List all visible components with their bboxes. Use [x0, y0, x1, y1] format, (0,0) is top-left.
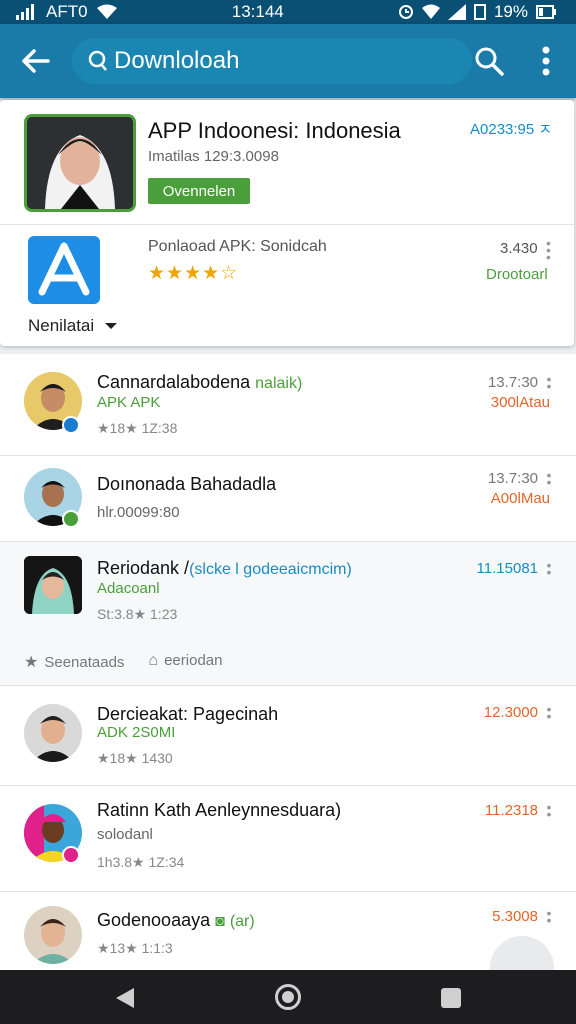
app-store-icon[interactable]: [28, 236, 100, 304]
item-meta: ★18★ 1Z:38: [97, 420, 178, 436]
more-vert-icon[interactable]: [532, 44, 560, 78]
item-subtitle: APK APK: [97, 394, 161, 411]
more-vert-icon[interactable]: • •: [546, 468, 552, 489]
nav-home-icon[interactable]: [275, 984, 301, 1010]
store-app-name[interactable]: Ponlaoad APK: Sonidcah: [148, 238, 327, 256]
more-vert-icon[interactable]: • •: [546, 800, 552, 821]
more-vert-icon[interactable]: • • •: [546, 236, 551, 264]
wifi-signal-icon: [421, 4, 440, 19]
clock: 13:144: [231, 2, 284, 21]
item-subtitle: Adacoanl: [97, 580, 160, 597]
featured-subtitle: Imatilas 129:3.0098: [148, 148, 279, 165]
more-vert-icon[interactable]: • •: [546, 906, 552, 927]
list-item[interactable]: Ratinn Kath Aenleynnesduara) solodanl 1h…: [0, 786, 576, 892]
item-number: 12.3000: [483, 704, 538, 721]
filter-label: Nenilatai: [28, 316, 95, 335]
list-item[interactable]: Cannardalabodena nalaik) APK APK ★18★ 1Z…: [0, 354, 576, 456]
app-bar: Downloloah: [0, 24, 576, 98]
item-number: 11.15081: [476, 560, 538, 577]
search-icon: [88, 50, 107, 71]
more-vert-icon[interactable]: • •: [546, 702, 552, 723]
avatar: [24, 556, 82, 614]
divider: [0, 224, 574, 225]
item-meta: St:3.8★ 1:23: [97, 606, 178, 622]
item-title: Dercieakat: Pagecinah: [97, 704, 279, 724]
app-list: Cannardalabodena nalaik) APK APK ★18★ 1Z…: [0, 354, 576, 970]
item-number: 11.2318: [484, 802, 538, 819]
rate-action[interactable]: ★ Seenataads: [24, 652, 124, 672]
chevron-down-icon: [105, 323, 118, 329]
item-title: Reriodank /(slcke l godeeaicmcim): [97, 558, 352, 578]
item-subtitle: hlr.00099:80: [97, 504, 180, 521]
search-field[interactable]: Downloloah: [72, 38, 472, 84]
android-badge-icon: ◙: [215, 913, 225, 930]
item-actions: ★ Seenataads ⌂ eeriodan: [24, 652, 222, 672]
featured-download-button[interactable]: Ovennelen: [148, 178, 250, 204]
item-title: Ratinn Kath Aenleynnesduara): [97, 800, 342, 820]
item-subtitle: ADK 2S0MI: [97, 724, 176, 741]
search-query: Downloloah: [114, 47, 240, 74]
item-title: Cannardalabodena nalaik): [97, 372, 303, 392]
cell-signal-icon: [447, 4, 466, 20]
featured-title: APP Indoonesi: Indonesia: [148, 118, 401, 143]
battery-icon: [536, 5, 556, 19]
alarm-icon: [398, 5, 413, 19]
list-item[interactable]: Doınonada Bahadadlа hlr.00099:80 13.7:30…: [0, 456, 576, 542]
more-vert-icon[interactable]: • •: [546, 558, 552, 579]
nav-back-icon[interactable]: [114, 986, 136, 1010]
carrier-label: AFT0: [46, 2, 88, 21]
store-download-link[interactable]: Drootoarl: [486, 266, 548, 283]
featured-thumbnail[interactable]: [24, 114, 136, 212]
signal-icon: [16, 4, 34, 20]
list-item[interactable]: Godenooaaya ◙ (ar) ★13★ 1:1:3 5.3008 • •: [0, 892, 576, 970]
item-meta: ★18★ 1430: [97, 750, 173, 766]
home-icon: ⌂: [148, 652, 159, 669]
avatar: [24, 906, 82, 964]
verified-badge-icon: [62, 416, 80, 434]
search-button-icon[interactable]: [472, 44, 506, 78]
item-number: 13.7:30: [487, 374, 538, 391]
list-item[interactable]: Dercieakat: Pagecinah ADK 2S0MI ★18★ 143…: [0, 686, 576, 786]
item-subtitle: solodanl: [97, 826, 153, 843]
app-badge-icon: [62, 846, 80, 864]
list-item[interactable]: Reriodank /(slcke l godeeaicmcim) Adacoa…: [0, 542, 576, 686]
featured-id: A0233:95 ㅈ: [470, 121, 553, 138]
filter-dropdown[interactable]: Nenilatai: [28, 316, 118, 336]
nav-recents-icon[interactable]: [441, 988, 461, 1008]
featured-card[interactable]: APP Indoonesi: Indonesia A0233:95 ㅈ Imat…: [0, 100, 574, 346]
status-bar: AFT0 13:144 19%: [0, 0, 576, 24]
avatar: [24, 704, 82, 762]
store-number: 3.430: [500, 240, 538, 257]
back-arrow-icon[interactable]: [18, 46, 52, 76]
item-download-link[interactable]: 300lAtau: [491, 394, 550, 411]
item-number: 13.7:30: [487, 470, 538, 487]
no-sim-icon: [473, 4, 486, 20]
rating-stars: ★★★★☆: [148, 263, 239, 284]
item-number: 5.3008: [492, 908, 538, 925]
more-vert-icon[interactable]: • •: [546, 372, 552, 393]
star-icon: ★: [24, 654, 39, 671]
item-title: Doınonada Bahadadlа: [97, 474, 277, 494]
android-badge-icon: [62, 510, 80, 528]
item-meta: 1h3.8★ 1Z:34: [97, 854, 185, 870]
item-title: Godenooaaya ◙ (ar): [97, 910, 255, 930]
battery-percent: 19%: [493, 2, 528, 21]
item-meta: ★13★ 1:1:3: [97, 940, 173, 956]
wifi-icon: [96, 4, 117, 19]
item-download-link[interactable]: A00lMau: [491, 490, 550, 507]
system-nav-bar: [0, 970, 576, 1024]
download-action[interactable]: ⌂ eeriodan: [148, 652, 222, 672]
